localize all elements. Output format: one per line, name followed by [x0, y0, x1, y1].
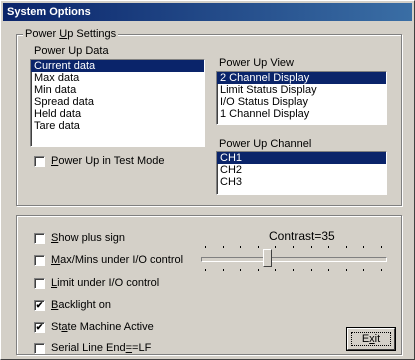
power-up-data-item[interactable]: Spread data: [31, 96, 204, 108]
slider-tick: [205, 246, 206, 248]
contrast-label: Contrast=35: [269, 229, 335, 243]
serial-line-end-checkbox[interactable]: Serial Line End==LF: [34, 342, 151, 354]
slider-tick: [240, 246, 241, 248]
power-up-view-item[interactable]: Limit Status Display: [217, 84, 386, 96]
slider-tick: [275, 269, 276, 271]
slider-tick: [258, 246, 259, 248]
slider-tick: [363, 246, 364, 248]
test-mode-checkbox[interactable]: Power Up in Test Mode: [34, 155, 165, 167]
window-title: System Options: [3, 3, 412, 21]
power-up-data-label: Power Up Data: [34, 45, 109, 57]
check-mark-icon: ✔: [35, 321, 44, 332]
maxmins-io-control-box[interactable]: [34, 254, 45, 266]
slider-tick: [258, 269, 259, 271]
slider-tick: [328, 246, 329, 248]
serial-line-end-label: Serial Line End==LF: [51, 342, 152, 354]
check-mark-icon: ✔: [35, 299, 44, 310]
power-up-view-label: Power Up View: [219, 57, 294, 69]
power-up-channel-item[interactable]: CH2: [217, 164, 386, 176]
state-machine-active-checkbox[interactable]: ✔ State Machine Active: [34, 321, 154, 333]
backlight-on-checkbox[interactable]: ✔ Backlight on: [34, 299, 111, 311]
power-up-settings-label: Power Up Settings: [23, 28, 119, 40]
power-up-data-item[interactable]: Tare data: [31, 120, 204, 132]
test-mode-box[interactable]: [34, 155, 45, 167]
slider-tick: [311, 246, 312, 248]
power-up-data-item[interactable]: Current data: [31, 60, 204, 72]
power-up-view-list[interactable]: 2 Channel Display Limit Status Display I/O…: [216, 71, 387, 125]
limit-io-control-checkbox[interactable]: Limit under I/O control: [34, 277, 159, 289]
slider-tick: [223, 246, 224, 248]
power-up-data-item[interactable]: Max data: [31, 72, 204, 84]
power-up-channel-item[interactable]: CH3: [217, 176, 386, 188]
slider-tick: [223, 269, 224, 271]
limit-io-control-label: Limit under I/O control: [51, 277, 160, 289]
slider-tick: [381, 246, 382, 248]
slider-tick: [311, 269, 312, 271]
show-plus-sign-checkbox[interactable]: Show plus sign: [34, 232, 125, 244]
power-up-data-item[interactable]: Held data: [31, 108, 204, 120]
slider-tick: [346, 246, 347, 248]
slider-tick: [363, 269, 364, 271]
backlight-on-box[interactable]: ✔: [34, 299, 45, 311]
serial-line-end-box[interactable]: [34, 342, 45, 354]
power-up-view-item[interactable]: I/O Status Display: [217, 96, 386, 108]
maxmins-io-control-label: Max/Mins under I/O control: [51, 254, 184, 266]
show-plus-sign-box[interactable]: [34, 232, 45, 244]
contrast-slider-thumb[interactable]: [263, 249, 272, 267]
slider-tick: [293, 246, 294, 248]
slider-tick: [346, 269, 347, 271]
power-up-channel-list[interactable]: CH1 CH2 CH3: [216, 151, 387, 195]
power-up-data-item[interactable]: Min data: [31, 84, 204, 96]
contrast-slider-track[interactable]: [201, 257, 387, 262]
limit-io-control-box[interactable]: [34, 277, 45, 289]
state-machine-active-label: State Machine Active: [51, 321, 154, 333]
slider-tick: [381, 269, 382, 271]
slider-tick: [328, 269, 329, 271]
slider-tick: [205, 269, 206, 271]
state-machine-active-box[interactable]: ✔: [34, 321, 45, 333]
power-up-view-item[interactable]: 1 Channel Display: [217, 108, 386, 120]
maxmins-io-control-checkbox[interactable]: Max/Mins under I/O control: [34, 254, 183, 266]
power-up-view-item[interactable]: 2 Channel Display: [217, 72, 386, 84]
slider-tick: [240, 269, 241, 271]
exit-button[interactable]: Exit: [346, 327, 396, 351]
power-up-data-list[interactable]: Current data Max data Min data Spread data H…: [30, 59, 205, 147]
slider-tick: [293, 269, 294, 271]
show-plus-sign-label: Show plus sign: [51, 232, 125, 244]
slider-tick: [275, 246, 276, 248]
system-options-window: System Options Power Up Settings Power U…: [0, 0, 415, 360]
power-up-channel-label: Power Up Channel: [219, 138, 312, 150]
exit-button-focus-rect: [351, 332, 391, 346]
test-mode-label: Power Up in Test Mode: [51, 155, 165, 167]
backlight-on-label: Backlight on: [51, 299, 111, 311]
power-up-channel-item[interactable]: CH1: [217, 152, 386, 164]
